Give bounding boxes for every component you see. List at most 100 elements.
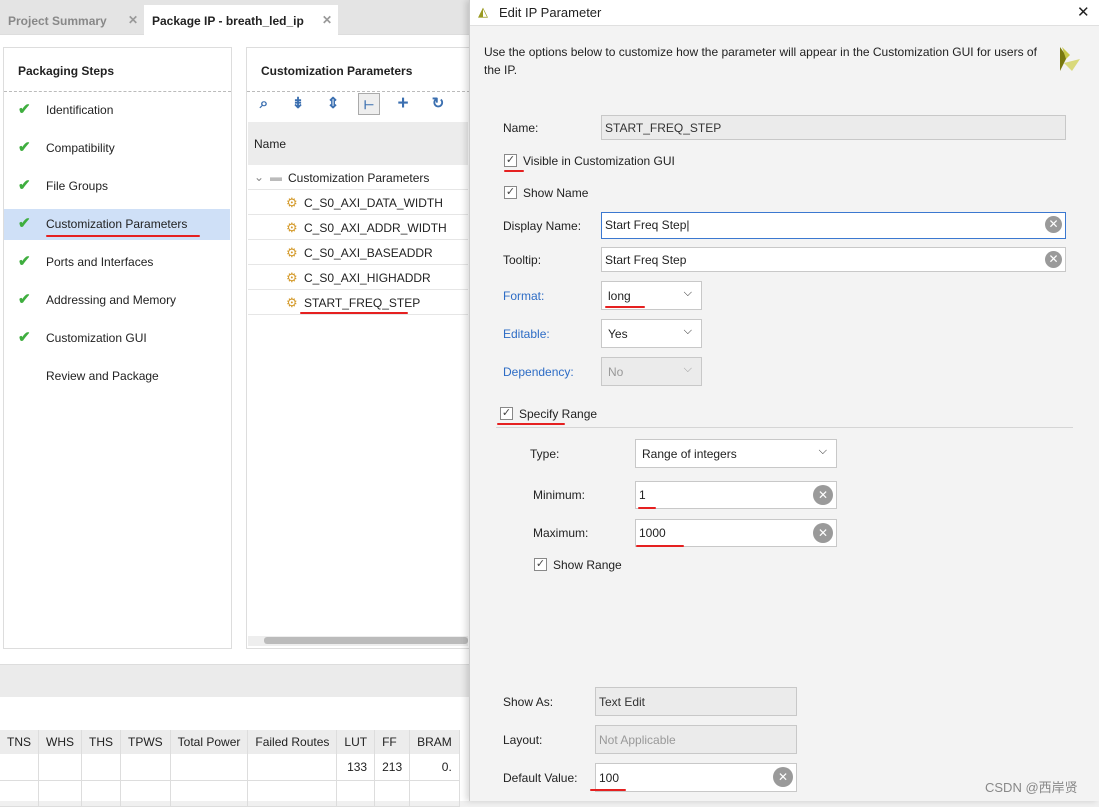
- table-cell: [0, 780, 39, 807]
- expand-all-icon[interactable]: ⇕: [322, 93, 344, 115]
- gear-icon: ⚙: [286, 220, 298, 235]
- tab-package-ip[interactable]: Package IP - breath_led_ip ✕: [144, 5, 338, 35]
- check-icon: ✔: [18, 101, 31, 118]
- step-customization-parameters[interactable]: ✔ Customization Parameters: [4, 209, 230, 240]
- column-header-name[interactable]: Name: [248, 122, 468, 165]
- panel-title: Customization Parameters: [247, 48, 470, 92]
- table-cell: [0, 754, 39, 781]
- type-label: Type:: [530, 447, 560, 461]
- parameter-name: C_S0_AXI_ADDR_WIDTH: [304, 221, 447, 235]
- tooltip-label: Tooltip:: [503, 253, 542, 267]
- column-header[interactable]: TPWS: [120, 730, 171, 754]
- dialog-title: Edit IP Parameter: [499, 5, 602, 20]
- step-compatibility[interactable]: ✔ Compatibility: [4, 133, 230, 164]
- specify-range-label[interactable]: Specify Range: [519, 407, 597, 421]
- refresh-icon[interactable]: ↻: [427, 93, 449, 115]
- gear-icon: ⚙: [286, 245, 298, 260]
- minimum-value: 1: [639, 488, 646, 502]
- hierarchy-icon[interactable]: ⊢: [358, 93, 380, 115]
- step-identification[interactable]: ✔ Identification: [4, 95, 230, 126]
- step-label: Ports and Interfaces: [46, 255, 154, 269]
- parameter-name: C_S0_AXI_BASEADDR: [304, 246, 433, 260]
- dependency-label: Dependency:: [503, 365, 574, 379]
- default-value-label: Default Value:: [503, 771, 578, 785]
- check-icon: ✔: [18, 139, 31, 156]
- visible-label[interactable]: Visible in Customization GUI: [523, 154, 675, 168]
- column-header[interactable]: WHS: [38, 730, 82, 754]
- tooltip-input[interactable]: Start Freq Step ✕: [601, 247, 1066, 272]
- column-header[interactable]: FF: [374, 730, 411, 754]
- parameter-name: C_S0_AXI_DATA_WIDTH: [304, 196, 443, 210]
- step-addressing-and-memory[interactable]: ✔ Addressing and Memory: [4, 285, 230, 316]
- column-header[interactable]: TNS: [0, 730, 39, 754]
- close-icon[interactable]: ✕: [322, 13, 332, 27]
- minimum-label: Minimum:: [533, 488, 586, 502]
- collapse-all-icon[interactable]: ⇟: [287, 93, 309, 115]
- table-cell: [81, 780, 121, 807]
- clear-icon[interactable]: ✕: [773, 767, 793, 787]
- gear-icon: ⚙: [286, 295, 298, 310]
- close-icon[interactable]: ✕: [1077, 3, 1090, 21]
- dependency-select: No ⌵: [601, 357, 702, 386]
- column-header[interactable]: THS: [81, 730, 121, 754]
- maximum-input[interactable]: 1000 ✕: [635, 519, 837, 547]
- tree-group[interactable]: ⌄ ▬ Customization Parameters: [248, 165, 468, 190]
- tab-label: Project Summary: [8, 14, 107, 28]
- editable-label: Editable:: [503, 327, 550, 341]
- default-value-input[interactable]: 100 ✕: [595, 763, 797, 792]
- step-label: Customization Parameters: [46, 217, 188, 231]
- name-label: Name:: [503, 121, 539, 135]
- clear-icon[interactable]: ✕: [1045, 251, 1062, 268]
- table-cell: [247, 780, 338, 807]
- name-field: START_FREQ_STEP: [601, 115, 1066, 140]
- add-icon[interactable]: +: [392, 93, 414, 115]
- tab-project-summary[interactable]: Project Summary ✕: [0, 5, 143, 35]
- editable-select[interactable]: Yes ⌵: [601, 319, 702, 348]
- table-cell: [81, 754, 121, 781]
- close-icon[interactable]: ✕: [128, 13, 138, 27]
- check-icon: ✔: [18, 215, 31, 232]
- visible-checkbox[interactable]: ✓: [504, 154, 517, 167]
- results-table: TNS WHS THS TPWS Total Power Failed Routes LUT…: [0, 730, 460, 807]
- type-select[interactable]: Range of integers ⌵: [635, 439, 837, 468]
- clear-icon[interactable]: ✕: [1045, 216, 1062, 233]
- step-label: Customization GUI: [46, 331, 147, 345]
- show-name-label[interactable]: Show Name: [523, 186, 588, 200]
- step-customization-gui[interactable]: ✔ Customization GUI: [4, 323, 230, 354]
- parameter-row[interactable]: ⚙ C_S0_AXI_HIGHADDR: [248, 265, 468, 290]
- xilinx-logo-icon: [1052, 43, 1082, 73]
- column-header[interactable]: BRAM: [409, 730, 460, 754]
- column-header[interactable]: Total Power: [170, 730, 249, 754]
- display-name-label: Display Name:: [503, 219, 582, 233]
- horizontal-scrollbar[interactable]: [264, 637, 468, 644]
- column-header[interactable]: LUT: [336, 730, 376, 754]
- step-review-and-package[interactable]: Review and Package: [4, 361, 230, 392]
- dialog-titlebar: ◭ Edit IP Parameter ✕: [470, 0, 1099, 26]
- maximum-value: 1000: [639, 526, 666, 540]
- parameter-row[interactable]: ⚙ C_S0_AXI_DATA_WIDTH: [248, 190, 468, 215]
- minimum-input[interactable]: 1 ✕: [635, 481, 837, 509]
- gear-icon: ⚙: [286, 195, 298, 210]
- parameter-row[interactable]: ⚙ C_S0_AXI_BASEADDR: [248, 240, 468, 265]
- step-file-groups[interactable]: ✔ File Groups: [4, 171, 230, 202]
- show-range-checkbox[interactable]: ✓: [534, 558, 547, 571]
- clear-icon[interactable]: ✕: [813, 523, 833, 543]
- table-cell: [409, 780, 460, 807]
- search-icon[interactable]: ⌕: [253, 93, 275, 115]
- display-name-input[interactable]: Start Freq Step| ✕: [601, 212, 1066, 239]
- table-cell: 213: [374, 754, 411, 781]
- column-header[interactable]: Failed Routes: [247, 730, 338, 754]
- group-label: Customization Parameters: [288, 171, 430, 185]
- specify-range-checkbox[interactable]: ✓: [500, 407, 513, 420]
- type-value: Range of integers: [642, 447, 737, 461]
- step-ports-and-interfaces[interactable]: ✔ Ports and Interfaces: [4, 247, 230, 278]
- check-icon: ✔: [18, 291, 31, 308]
- chevron-down-icon[interactable]: ⌄: [254, 170, 264, 184]
- dependency-value: No: [608, 365, 624, 379]
- default-value: 100: [599, 771, 620, 785]
- parameter-row[interactable]: ⚙ C_S0_AXI_ADDR_WIDTH: [248, 215, 468, 240]
- show-name-checkbox[interactable]: ✓: [504, 186, 517, 199]
- maximum-label: Maximum:: [533, 526, 589, 540]
- clear-icon[interactable]: ✕: [813, 485, 833, 505]
- show-range-label[interactable]: Show Range: [553, 558, 622, 572]
